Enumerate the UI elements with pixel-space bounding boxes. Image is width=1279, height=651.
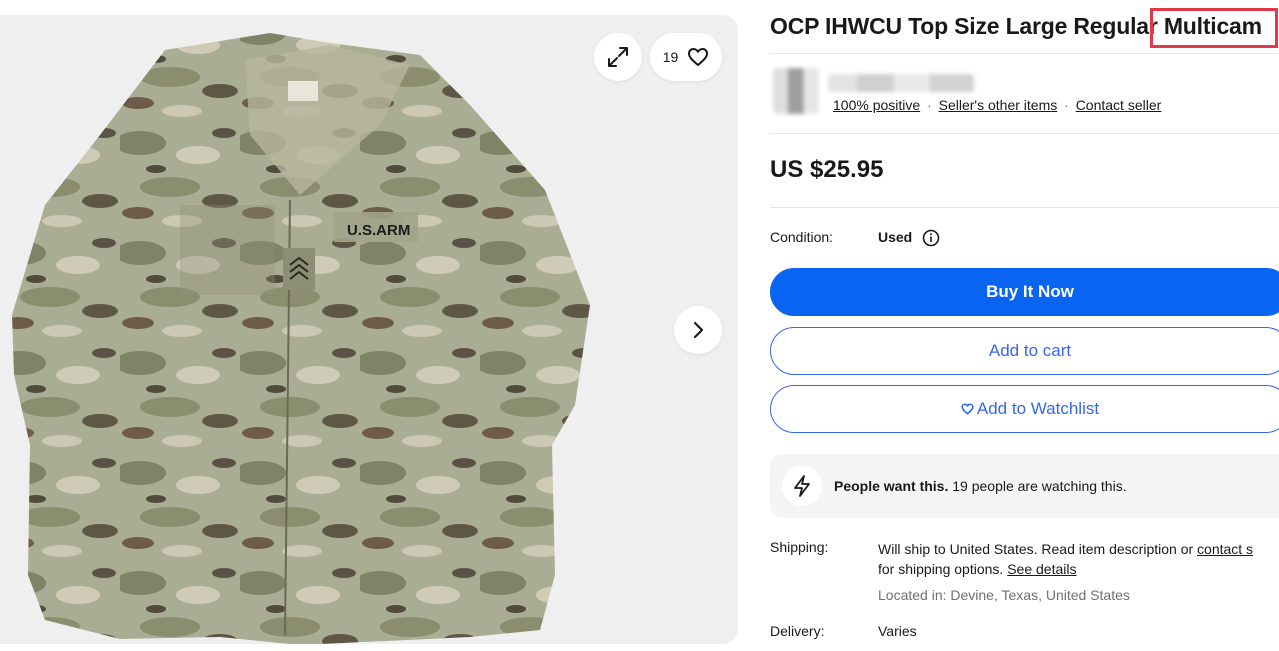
contact-seller-link[interactable]: Contact seller xyxy=(1076,97,1162,113)
product-image[interactable]: U.S.ARM xyxy=(0,15,738,644)
contact-seller-shipping-link[interactable]: contact s xyxy=(1197,541,1253,557)
demand-signal-text: People want this. 19 people are watching… xyxy=(834,478,1127,494)
delivery-value: Varies xyxy=(878,623,917,639)
divider xyxy=(770,53,1279,54)
demand-signal-banner: People want this. 19 people are watching… xyxy=(770,454,1279,518)
chevron-right-icon xyxy=(693,321,704,339)
demand-signal-bold: People want this. xyxy=(834,478,949,494)
shipping-text-after: for shipping options. xyxy=(878,561,1008,577)
next-image-button[interactable] xyxy=(674,306,722,354)
svg-text:U.S.ARM: U.S.ARM xyxy=(347,222,410,239)
item-price: US $25.95 xyxy=(770,156,884,183)
divider xyxy=(770,133,1279,134)
expand-icon xyxy=(608,47,628,67)
divider xyxy=(770,207,1279,208)
item-title: OCP IHWCU Top Size Large Regular Multica… xyxy=(770,13,1262,39)
item-location: Located in: Devine, Texas, United States xyxy=(878,587,1130,603)
shipping-label: Shipping: xyxy=(770,539,829,555)
expand-image-button[interactable] xyxy=(594,33,642,81)
add-to-watchlist-button[interactable]: Add to Watchlist xyxy=(770,385,1279,433)
lightning-icon xyxy=(782,466,822,506)
seller-links: 100% positive · Seller's other items · C… xyxy=(833,97,1161,113)
condition-value: Used xyxy=(878,229,913,245)
item-info-panel: OCP IHWCU Top Size Large Regular Multica… xyxy=(770,0,1279,651)
info-icon[interactable] xyxy=(922,229,940,247)
heart-icon xyxy=(688,48,709,66)
condition-label: Condition: xyxy=(770,229,834,245)
see-details-link[interactable]: See details xyxy=(1007,561,1076,577)
seller-feedback-link[interactable]: 100% positive xyxy=(833,97,920,113)
demand-signal-detail: 19 people are watching this. xyxy=(948,478,1127,494)
image-gallery: U.S.ARM 19 xyxy=(0,15,738,644)
seller-name[interactable] xyxy=(828,74,974,92)
shipping-text: Will ship to United States. Read item de… xyxy=(878,539,1279,579)
add-to-cart-button[interactable]: Add to cart xyxy=(770,327,1279,375)
shipping-text-before: Will ship to United States. Read item de… xyxy=(878,541,1198,557)
separator: · xyxy=(1064,97,1069,113)
heart-icon xyxy=(961,403,974,415)
watchers-count: 19 xyxy=(662,49,679,65)
seller-other-items-link[interactable]: Seller's other items xyxy=(939,97,1058,113)
buy-it-now-button[interactable]: Buy It Now xyxy=(770,268,1279,316)
delivery-label: Delivery: xyxy=(770,623,825,639)
seller-avatar[interactable] xyxy=(773,68,819,114)
watch-button[interactable]: 19 xyxy=(650,33,722,81)
add-to-watchlist-label: Add to Watchlist xyxy=(976,399,1100,418)
separator: · xyxy=(927,97,932,113)
